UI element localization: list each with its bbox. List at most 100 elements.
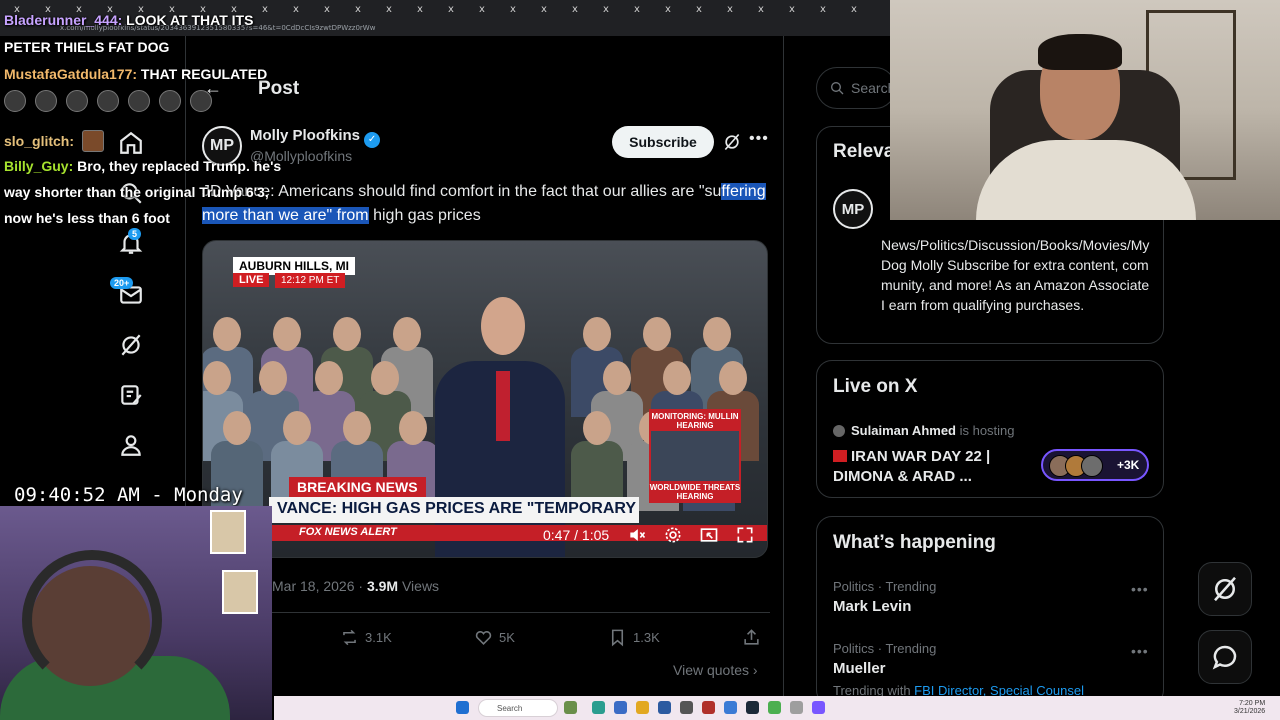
live-space-title-text: IRAN WAR DAY 22 | DIMONA & ARAD ... xyxy=(833,448,991,485)
bookmark-icon xyxy=(611,629,624,647)
taskbar-app-icon[interactable] xyxy=(724,701,737,714)
taskbar-app-icon[interactable] xyxy=(658,701,671,714)
tab-close-icon[interactable]: x xyxy=(386,4,392,15)
trend-category: Politics · Trending xyxy=(833,579,937,594)
search-input[interactable]: Search xyxy=(816,67,896,109)
home-nav-icon[interactable] xyxy=(118,130,144,156)
tab-close-icon[interactable]: x xyxy=(448,4,454,15)
audience-head xyxy=(393,317,421,351)
post-date[interactable]: Mar 18, 2026 xyxy=(272,578,355,594)
audience-head xyxy=(213,317,241,351)
tab-close-icon[interactable]: x xyxy=(789,4,795,15)
settings-gear-icon[interactable] xyxy=(663,525,685,545)
grok-nav-icon[interactable] xyxy=(118,332,144,358)
taskbar-app-icon[interactable] xyxy=(790,701,803,714)
taskbar-app-icon[interactable] xyxy=(768,701,781,714)
compose-nav-icon[interactable] xyxy=(118,382,144,408)
picture-in-picture-icon[interactable] xyxy=(699,525,721,545)
webcam-poster xyxy=(222,570,258,614)
subscribe-button[interactable]: Subscribe xyxy=(612,126,714,158)
retweet-button[interactable]: 3.1K xyxy=(340,628,392,647)
audience-head xyxy=(643,317,671,351)
audience-head xyxy=(399,411,427,445)
tab-close-icon[interactable]: x xyxy=(851,4,857,15)
chat-message: MustafaGatdula177: THAT REGULATED xyxy=(4,66,267,82)
tab-close-icon[interactable]: x xyxy=(324,4,330,15)
messages-badge: 20+ xyxy=(110,277,134,289)
tab-close-icon[interactable]: x xyxy=(820,4,826,15)
retweet-count: 3.1K xyxy=(365,630,392,645)
grok-floating-button[interactable] xyxy=(1198,562,1252,616)
start-button-icon[interactable] xyxy=(456,701,469,714)
relevant-avatar[interactable]: MP xyxy=(833,189,873,229)
trend-more-icon[interactable]: ••• xyxy=(1131,643,1149,659)
tab-close-icon[interactable]: x xyxy=(758,4,764,15)
tab-close-icon[interactable]: x xyxy=(262,4,268,15)
audience-head xyxy=(583,317,611,351)
audience-head xyxy=(663,361,691,395)
taskbar-app-icon[interactable] xyxy=(636,701,649,714)
chat-message-continued: way shorter than the original Trump 6'3, xyxy=(4,184,269,200)
tab-close-icon[interactable]: x xyxy=(727,4,733,15)
share-button[interactable] xyxy=(742,628,761,647)
video-speaker-tie xyxy=(496,371,510,441)
grok-explain-icon[interactable] xyxy=(722,132,742,152)
tab-close-icon[interactable]: x xyxy=(572,4,578,15)
like-count: 5K xyxy=(499,630,515,645)
audience-head xyxy=(603,361,631,395)
author-name[interactable]: Molly Ploofkins ✓ xyxy=(250,127,381,148)
taskbar-clock: 7:20 PM 3/21/2026 xyxy=(1234,700,1265,716)
tab-close-icon[interactable]: x xyxy=(696,4,702,15)
tab-close-icon[interactable]: x xyxy=(479,4,485,15)
listener-avatar xyxy=(1081,455,1103,477)
taskbar-app-icon[interactable] xyxy=(592,701,605,714)
trend-more-icon[interactable]: ••• xyxy=(1131,581,1149,597)
chat-username: MustafaGatdula177: xyxy=(4,66,138,82)
live-host-name: Sulaiman Ahmed xyxy=(851,423,956,438)
tab-close-icon[interactable]: x xyxy=(417,4,423,15)
audience-head xyxy=(283,411,311,445)
taskbar-app-icon[interactable] xyxy=(614,701,627,714)
heart-icon xyxy=(475,631,492,645)
chat-emotes xyxy=(4,90,221,115)
taskbar-app-icon[interactable] xyxy=(746,701,759,714)
grok-icon xyxy=(1214,576,1236,602)
bookmark-button[interactable]: 1.3K xyxy=(608,628,660,647)
tab-close-icon[interactable]: x xyxy=(293,4,299,15)
chat-emote xyxy=(81,130,104,152)
taskbar-app-icon[interactable] xyxy=(564,701,577,714)
messages-floating-button[interactable] xyxy=(1198,630,1252,684)
volume-icon[interactable] xyxy=(627,525,649,545)
search-icon xyxy=(831,82,844,95)
guest-webcam xyxy=(0,506,272,720)
profile-nav-icon[interactable] xyxy=(118,432,144,458)
tab-close-icon[interactable]: x xyxy=(541,4,547,15)
more-options-icon[interactable]: ••• xyxy=(749,130,769,148)
trend-name[interactable]: Mueller xyxy=(833,660,886,677)
post-text-start: JD Vance: Americans should find comfort … xyxy=(202,183,722,200)
tab-close-icon[interactable]: x xyxy=(510,4,516,15)
taskbar-search[interactable]: Search xyxy=(478,699,558,717)
taskbar-app-icon[interactable] xyxy=(702,701,715,714)
video-player[interactable]: AUBURN HILLS, MI LIVE 12:12 PM ET MONITO… xyxy=(202,240,768,558)
video-inset-label-top: MONITORING: MULLIN HEARING xyxy=(651,411,739,431)
trend-name[interactable]: Mark Levin xyxy=(833,598,911,615)
author-name-text[interactable]: Molly Ploofkins xyxy=(250,127,360,144)
video-speaker-head xyxy=(481,297,525,355)
tab-close-icon[interactable]: x xyxy=(665,4,671,15)
streamer-webcam xyxy=(890,0,1280,220)
tab-close-icon[interactable]: x xyxy=(603,4,609,15)
tab-close-icon[interactable]: x xyxy=(634,4,640,15)
live-space-title[interactable]: IRAN WAR DAY 22 | DIMONA & ARAD ... xyxy=(833,447,1023,487)
audience-head xyxy=(259,361,287,395)
view-quotes-link[interactable]: View quotes › xyxy=(673,662,758,678)
live-host[interactable]: Sulaiman Ahmed is hosting xyxy=(833,423,1015,438)
chat-username: Billy_Guy: xyxy=(4,158,74,174)
taskbar-app-icon[interactable] xyxy=(680,701,693,714)
like-button[interactable]: 5K xyxy=(474,628,515,647)
tab-close-icon[interactable]: x xyxy=(355,4,361,15)
live-listeners-pill[interactable]: +3K xyxy=(1041,449,1149,481)
taskbar-app-icon[interactable] xyxy=(812,701,825,714)
fullscreen-icon[interactable] xyxy=(735,525,757,545)
retweet-icon xyxy=(343,629,356,646)
